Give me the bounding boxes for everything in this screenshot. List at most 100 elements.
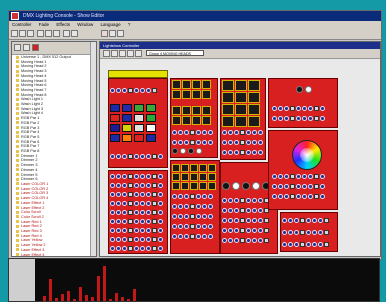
shutter-icon[interactable] (180, 148, 186, 154)
gobo-cell[interactable] (192, 106, 201, 115)
knob-control[interactable] (234, 218, 239, 223)
value-field[interactable] (240, 130, 245, 135)
value-field[interactable] (324, 242, 329, 247)
menu-language[interactable]: Language (98, 22, 124, 27)
undo-icon[interactable] (63, 30, 70, 37)
knob-control[interactable] (288, 230, 293, 235)
knob-control[interactable] (122, 246, 127, 251)
tree-scrollbar[interactable] (90, 42, 96, 256)
knob-control[interactable] (158, 192, 163, 197)
menu-fade[interactable]: Fade (36, 22, 52, 27)
knob-control[interactable] (246, 130, 251, 135)
knob-control[interactable] (306, 218, 311, 223)
value-field[interactable] (314, 184, 319, 189)
color-swatch[interactable] (122, 124, 132, 132)
gobo-cell[interactable] (202, 106, 211, 115)
knob-control[interactable] (222, 198, 227, 203)
knob-control[interactable] (246, 150, 251, 155)
knob-control[interactable] (140, 228, 145, 233)
knob-control[interactable] (296, 174, 301, 179)
knob-control[interactable] (278, 116, 283, 121)
knob-control[interactable] (116, 183, 121, 188)
value-field[interactable] (300, 230, 305, 235)
save-icon[interactable] (27, 30, 34, 37)
knob-control[interactable] (318, 218, 323, 223)
knob-control[interactable] (308, 106, 313, 111)
value-field[interactable] (190, 224, 195, 229)
value-field[interactable] (152, 192, 157, 197)
knob-control[interactable] (320, 184, 325, 189)
knob-control[interactable] (122, 183, 127, 188)
knob-control[interactable] (158, 154, 163, 159)
knob-control[interactable] (296, 116, 301, 121)
knob-control[interactable] (296, 106, 301, 111)
settings-icon[interactable] (127, 50, 134, 57)
stop-icon[interactable] (117, 30, 124, 37)
knob-control[interactable] (134, 201, 139, 206)
knob-control[interactable] (294, 230, 299, 235)
knob-control[interactable] (252, 198, 257, 203)
knob-control[interactable] (228, 218, 233, 223)
knob-control[interactable] (134, 219, 139, 224)
knob-control[interactable] (172, 204, 177, 209)
knob-control[interactable] (184, 224, 189, 229)
knob-control[interactable] (202, 140, 207, 145)
knob-control[interactable] (258, 208, 263, 213)
value-field[interactable] (264, 238, 269, 243)
color-swatch[interactable] (134, 124, 144, 132)
value-field[interactable] (190, 204, 195, 209)
knob-control[interactable] (146, 183, 151, 188)
knob-control[interactable] (258, 150, 263, 155)
knob-control[interactable] (284, 106, 289, 111)
value-field[interactable] (290, 184, 295, 189)
knob-control[interactable] (318, 230, 323, 235)
knob-control[interactable] (140, 88, 145, 93)
value-field[interactable] (152, 237, 157, 242)
knob-control[interactable] (122, 219, 127, 224)
knob-control[interactable] (252, 150, 257, 155)
knob-control[interactable] (172, 234, 177, 239)
gobo-cell[interactable] (190, 164, 198, 172)
knob-control[interactable] (234, 140, 239, 145)
knob-control[interactable] (134, 210, 139, 215)
grid-icon[interactable] (119, 50, 126, 57)
value-field[interactable] (152, 210, 157, 215)
prism-icon[interactable] (242, 182, 250, 190)
knob-control[interactable] (302, 184, 307, 189)
knob-control[interactable] (308, 194, 313, 199)
knob-control[interactable] (122, 201, 127, 206)
knob-control[interactable] (302, 116, 307, 121)
knob-control[interactable] (116, 237, 121, 242)
value-field[interactable] (128, 237, 133, 242)
knob-control[interactable] (308, 116, 313, 121)
knob-control[interactable] (140, 210, 145, 215)
light-icon[interactable] (32, 44, 39, 51)
color-swatch[interactable] (146, 104, 156, 112)
knob-control[interactable] (110, 174, 115, 179)
shutter-icon[interactable] (188, 148, 194, 154)
knob-control[interactable] (146, 88, 151, 93)
gobo-cell[interactable] (192, 116, 201, 125)
knob-control[interactable] (252, 238, 257, 243)
knob-control[interactable] (184, 130, 189, 135)
knob-control[interactable] (228, 130, 233, 135)
gobo-cell[interactable] (222, 116, 234, 127)
knob-control[interactable] (134, 88, 139, 93)
knob-control[interactable] (116, 228, 121, 233)
value-field[interactable] (128, 174, 133, 179)
gobo-cell[interactable] (222, 92, 234, 103)
knob-control[interactable] (140, 237, 145, 242)
knob-control[interactable] (116, 88, 121, 93)
color-swatch[interactable] (134, 104, 144, 112)
knob-control[interactable] (158, 201, 163, 206)
value-field[interactable] (290, 194, 295, 199)
value-field[interactable] (324, 230, 329, 235)
value-field[interactable] (264, 228, 269, 233)
knob-control[interactable] (272, 106, 277, 111)
knob-control[interactable] (278, 194, 283, 199)
knob-control[interactable] (208, 140, 213, 145)
gobo-cell[interactable] (181, 164, 189, 172)
value-field[interactable] (190, 214, 195, 219)
knob-control[interactable] (228, 150, 233, 155)
knob-control[interactable] (146, 174, 151, 179)
